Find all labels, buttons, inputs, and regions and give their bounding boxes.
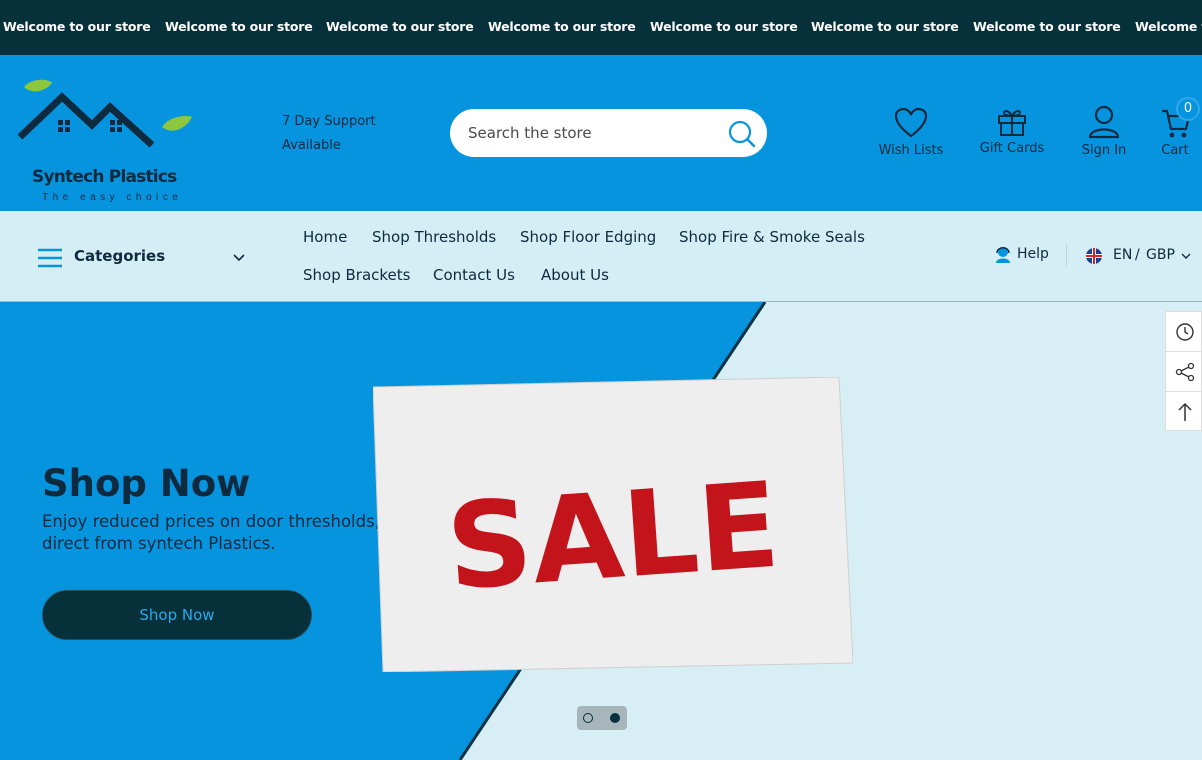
main-navigation: Categories Home Shop Thresholds Shop Flo… bbox=[0, 211, 1202, 302]
arrow-up-icon bbox=[1178, 402, 1192, 421]
chevron-down-icon bbox=[1181, 253, 1191, 259]
wishlist-label: Wish Lists bbox=[878, 143, 944, 158]
house-leaf-logo-icon bbox=[17, 79, 192, 148]
nav-shop-floor-edging[interactable]: Shop Floor Edging bbox=[520, 228, 656, 246]
wishlist-link[interactable]: Wish Lists bbox=[875, 107, 947, 158]
slide-dot-2-active[interactable] bbox=[610, 713, 620, 723]
uk-flag-icon bbox=[1086, 248, 1102, 264]
search-input[interactable] bbox=[468, 121, 708, 145]
side-toolbar bbox=[1165, 311, 1202, 431]
support-info: 7 Day Support Available bbox=[282, 110, 376, 158]
heart-icon bbox=[894, 107, 928, 138]
announcement-text: Welcome to our store bbox=[326, 19, 474, 34]
history-icon bbox=[1176, 323, 1194, 341]
announcement-text: Welcome to our store bbox=[973, 19, 1121, 34]
language-code: EN bbox=[1113, 247, 1133, 263]
logo-tagline: The easy choice bbox=[42, 192, 183, 203]
sale-text: SALE bbox=[442, 456, 783, 617]
gift-icon bbox=[998, 110, 1026, 136]
support-agent-icon bbox=[996, 247, 1010, 263]
chevron-down-icon bbox=[233, 254, 245, 262]
gift-cards-link[interactable]: Gift Cards bbox=[976, 107, 1048, 156]
logo-name: Syntech Plastics bbox=[32, 167, 177, 187]
search-box bbox=[450, 109, 767, 157]
search-icon[interactable] bbox=[727, 119, 757, 149]
nav-shop-fire-smoke-seals[interactable]: Shop Fire & Smoke Seals bbox=[679, 228, 865, 246]
nav-shop-brackets[interactable]: Shop Brackets bbox=[303, 266, 410, 284]
slider-pagination bbox=[577, 706, 627, 730]
support-line-2: Available bbox=[282, 138, 341, 153]
currency-code: GBP bbox=[1146, 247, 1175, 263]
cart-count-badge: 0 bbox=[1176, 97, 1200, 121]
announcement-text: Welcome to our store bbox=[811, 19, 959, 34]
menu-icon bbox=[38, 248, 62, 268]
nav-shop-thresholds[interactable]: Shop Thresholds bbox=[372, 228, 496, 246]
sign-in-label: Sign In bbox=[1081, 143, 1127, 158]
announcement-text: Welcome to our store bbox=[3, 19, 151, 34]
announcement-text: Welcome t bbox=[1135, 19, 1202, 34]
nav-contact-us[interactable]: Contact Us bbox=[433, 266, 515, 284]
announcement-bar: Welcome to our store Welcome to our stor… bbox=[0, 0, 1202, 55]
hero-title: Shop Now bbox=[42, 462, 251, 505]
slide-dot-1[interactable] bbox=[583, 713, 593, 723]
help-label: Help bbox=[1017, 246, 1049, 262]
gift-cards-label: Gift Cards bbox=[979, 141, 1045, 156]
shop-now-button[interactable]: Shop Now bbox=[42, 590, 312, 640]
support-line-1: 7 Day Support bbox=[282, 114, 376, 129]
user-icon bbox=[1088, 105, 1120, 139]
sale-sign-image: SALE bbox=[372, 376, 854, 673]
categories-dropdown[interactable]: Categories bbox=[38, 244, 248, 270]
announcement-text: Welcome to our store bbox=[488, 19, 636, 34]
categories-label: Categories bbox=[74, 247, 166, 265]
announcement-text: Welcome to our store bbox=[650, 19, 798, 34]
site-header: Syntech Plastics The easy choice 7 Day S… bbox=[0, 55, 1202, 211]
language-separator: / bbox=[1135, 247, 1140, 263]
site-logo[interactable]: Syntech Plastics The easy choice bbox=[12, 75, 197, 203]
share-button[interactable] bbox=[1166, 352, 1202, 392]
cart-label: Cart bbox=[1161, 143, 1189, 158]
back-to-top-button[interactable] bbox=[1166, 392, 1202, 432]
sign-in-link[interactable]: Sign In bbox=[1070, 105, 1138, 158]
recently-viewed-button[interactable] bbox=[1166, 312, 1202, 352]
divider bbox=[1066, 244, 1067, 266]
nav-home[interactable]: Home bbox=[303, 228, 347, 246]
share-icon bbox=[1175, 362, 1195, 382]
hero-slider: Shop Now Enjoy reduced prices on door th… bbox=[0, 302, 1202, 760]
announcement-text: Welcome to our store bbox=[165, 19, 313, 34]
nav-about-us[interactable]: About Us bbox=[541, 266, 609, 284]
